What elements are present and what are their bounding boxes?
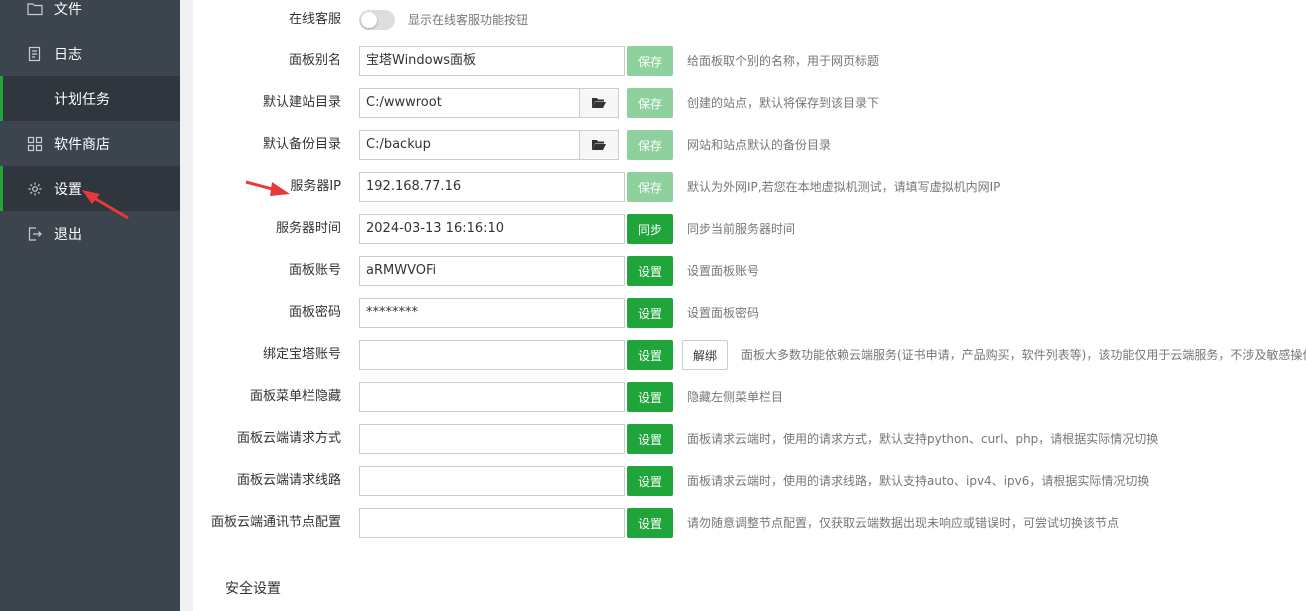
server-time-label: 服务器时间 xyxy=(275,221,341,236)
cloud-node-row: 面板云端通讯节点配置 设置 请勿随意调整节点配置，仅获取云端数据出现未响应或错误… xyxy=(193,508,1306,538)
panel-password-label: 面板密码 xyxy=(288,305,341,320)
cloud-route-row: 面板云端请求线路 设置 面板请求云端时，使用的请求线路，默认支持auto、ipv… xyxy=(193,466,1306,496)
panel-account-desc: 设置面板账号 xyxy=(687,264,760,278)
cloud-method-row: 面板云端请求方式 设置 面板请求云端时，使用的请求方式，默认支持python、c… xyxy=(193,424,1306,454)
sidebar: 文件 日志 计划任务 软件商店 设置 退出 xyxy=(0,0,180,611)
bind-account-set-button[interactable]: 设置 xyxy=(627,340,673,370)
menu-hide-row: 面板菜单栏隐藏 设置 隐藏左侧菜单栏目 xyxy=(193,382,1306,412)
panel-password-row: 面板密码 ******** 设置 设置面板密码 xyxy=(193,298,1306,328)
settings-panel: 在线客服 显示在线客服功能按钮 面板别名 宝塔Windows面板 保存 给面板取… xyxy=(193,0,1306,611)
menu-hide-input[interactable] xyxy=(359,382,625,412)
site-dir-desc: 创建的站点，默认将保存到该目录下 xyxy=(687,96,880,110)
backup-dir-input[interactable]: C:/backup xyxy=(359,130,585,160)
backup-dir-save-button[interactable]: 保存 xyxy=(627,130,673,160)
site-dir-input[interactable]: C:/wwwroot xyxy=(359,88,585,118)
menu-hide-set-button[interactable]: 设置 xyxy=(627,382,673,412)
gear-icon xyxy=(26,180,44,198)
bind-account-input[interactable] xyxy=(359,340,625,370)
sidebar-item-label: 文件 xyxy=(54,1,82,18)
backup-dir-browse-button[interactable] xyxy=(579,130,619,160)
panel-account-label: 面板账号 xyxy=(288,263,341,278)
server-time-row: 服务器时间 2024-03-13 16:16:10 同步 同步当前服务器时间 xyxy=(193,214,1306,244)
sidebar-item-label: 设置 xyxy=(54,181,82,198)
online-service-row: 在线客服 显示在线客服功能按钮 xyxy=(193,5,1306,35)
online-service-desc: 显示在线客服功能按钮 xyxy=(408,13,529,27)
site-dir-browse-button[interactable] xyxy=(579,88,619,118)
panel-alias-input[interactable]: 宝塔Windows面板 xyxy=(359,46,625,76)
panel-alias-save-button[interactable]: 保存 xyxy=(627,46,673,76)
server-ip-row: 服务器IP 192.168.77.16 保存 默认为外网IP,若您在本地虚拟机测… xyxy=(193,172,1306,202)
sidebar-item-cron[interactable]: 计划任务 xyxy=(0,76,180,121)
bind-account-row: 绑定宝塔账号 设置 解绑 面板大多数功能依赖云端服务(证书申请，产品购买，软件列… xyxy=(193,340,1306,370)
cloud-method-set-button[interactable]: 设置 xyxy=(627,424,673,454)
cloud-route-set-button[interactable]: 设置 xyxy=(627,466,673,496)
panel-alias-label: 面板别名 xyxy=(288,53,341,68)
cloud-route-desc: 面板请求云端时，使用的请求线路，默认支持auto、ipv4、ipv6，请根据实际… xyxy=(687,474,1150,488)
bind-account-desc: 面板大多数功能依赖云端服务(证书申请，产品购买，软件列表等)，该功能仅用于云端服… xyxy=(741,348,1306,362)
site-dir-label: 默认建站目录 xyxy=(262,95,341,110)
security-settings-heading: 安全设置 xyxy=(225,581,281,597)
online-service-label: 在线客服 xyxy=(288,12,341,27)
backup-dir-label: 默认备份目录 xyxy=(262,137,341,152)
cloud-node-label: 面板云端通讯节点配置 xyxy=(210,515,341,530)
backup-dir-row: 默认备份目录 C:/backup 保存 网站和站点默认的备份目录 xyxy=(193,130,1306,160)
cloud-method-desc: 面板请求云端时，使用的请求方式，默认支持python、curl、php，请根据实… xyxy=(687,432,1159,446)
folder-open-icon xyxy=(592,98,606,108)
cloud-node-set-button[interactable]: 设置 xyxy=(627,508,673,538)
sidebar-item-logs[interactable]: 日志 xyxy=(0,31,180,76)
panel-account-set-button[interactable]: 设置 xyxy=(627,256,673,286)
unbind-button[interactable]: 解绑 xyxy=(682,340,728,370)
folder-icon xyxy=(26,0,44,18)
site-dir-save-button[interactable]: 保存 xyxy=(627,88,673,118)
sidebar-item-store[interactable]: 软件商店 xyxy=(0,121,180,166)
backup-dir-desc: 网站和站点默认的备份目录 xyxy=(687,138,832,152)
cloud-method-input[interactable] xyxy=(359,424,625,454)
sidebar-item-logout[interactable]: 退出 xyxy=(0,211,180,256)
server-ip-desc: 默认为外网IP,若您在本地虚拟机测试，请填写虚拟机内网IP xyxy=(687,180,1001,194)
site-dir-row: 默认建站目录 C:/wwwroot 保存 创建的站点，默认将保存到该目录下 xyxy=(193,88,1306,118)
server-time-desc: 同步当前服务器时间 xyxy=(687,222,796,236)
sidebar-item-files[interactable]: 文件 xyxy=(0,0,180,31)
panel-account-input[interactable]: aRMWVOFi xyxy=(359,256,625,286)
logout-icon xyxy=(26,225,44,243)
server-ip-input[interactable]: 192.168.77.16 xyxy=(359,172,625,202)
sidebar-item-settings[interactable]: 设置 xyxy=(0,166,180,211)
panel-password-set-button[interactable]: 设置 xyxy=(627,298,673,328)
cloud-method-label: 面板云端请求方式 xyxy=(236,431,341,446)
sidebar-item-label: 日志 xyxy=(54,46,82,63)
cloud-route-input[interactable] xyxy=(359,466,625,496)
cloud-route-label: 面板云端请求线路 xyxy=(236,473,341,488)
cloud-node-input[interactable] xyxy=(359,508,625,538)
server-time-input[interactable]: 2024-03-13 16:16:10 xyxy=(359,214,625,244)
toggle-knob xyxy=(361,12,377,28)
panel-account-row: 面板账号 aRMWVOFi 设置 设置面板账号 xyxy=(193,256,1306,286)
menu-hide-label: 面板菜单栏隐藏 xyxy=(249,389,341,404)
log-icon xyxy=(26,45,44,63)
server-ip-save-button[interactable]: 保存 xyxy=(627,172,673,202)
cloud-node-desc: 请勿随意调整节点配置，仅获取云端数据出现未响应或错误时，可尝试切换该节点 xyxy=(687,516,1120,530)
sidebar-item-label: 退出 xyxy=(54,226,82,243)
folder-open-icon xyxy=(592,140,606,150)
sidebar-item-label: 软件商店 xyxy=(54,136,110,153)
bind-account-label: 绑定宝塔账号 xyxy=(262,347,341,362)
panel-password-desc: 设置面板密码 xyxy=(687,306,760,320)
sync-time-button[interactable]: 同步 xyxy=(627,214,673,244)
panel-alias-desc: 给面板取个别的名称，用于网页标题 xyxy=(687,54,880,68)
sidebar-item-label: 计划任务 xyxy=(54,91,110,108)
online-service-toggle[interactable] xyxy=(359,10,395,30)
grid-icon xyxy=(26,135,44,153)
menu-hide-desc: 隐藏左侧菜单栏目 xyxy=(687,390,784,404)
server-ip-label: 服务器IP xyxy=(290,179,341,194)
panel-alias-row: 面板别名 宝塔Windows面板 保存 给面板取个别的名称，用于网页标题 xyxy=(193,46,1306,76)
panel-password-input[interactable]: ******** xyxy=(359,298,625,328)
